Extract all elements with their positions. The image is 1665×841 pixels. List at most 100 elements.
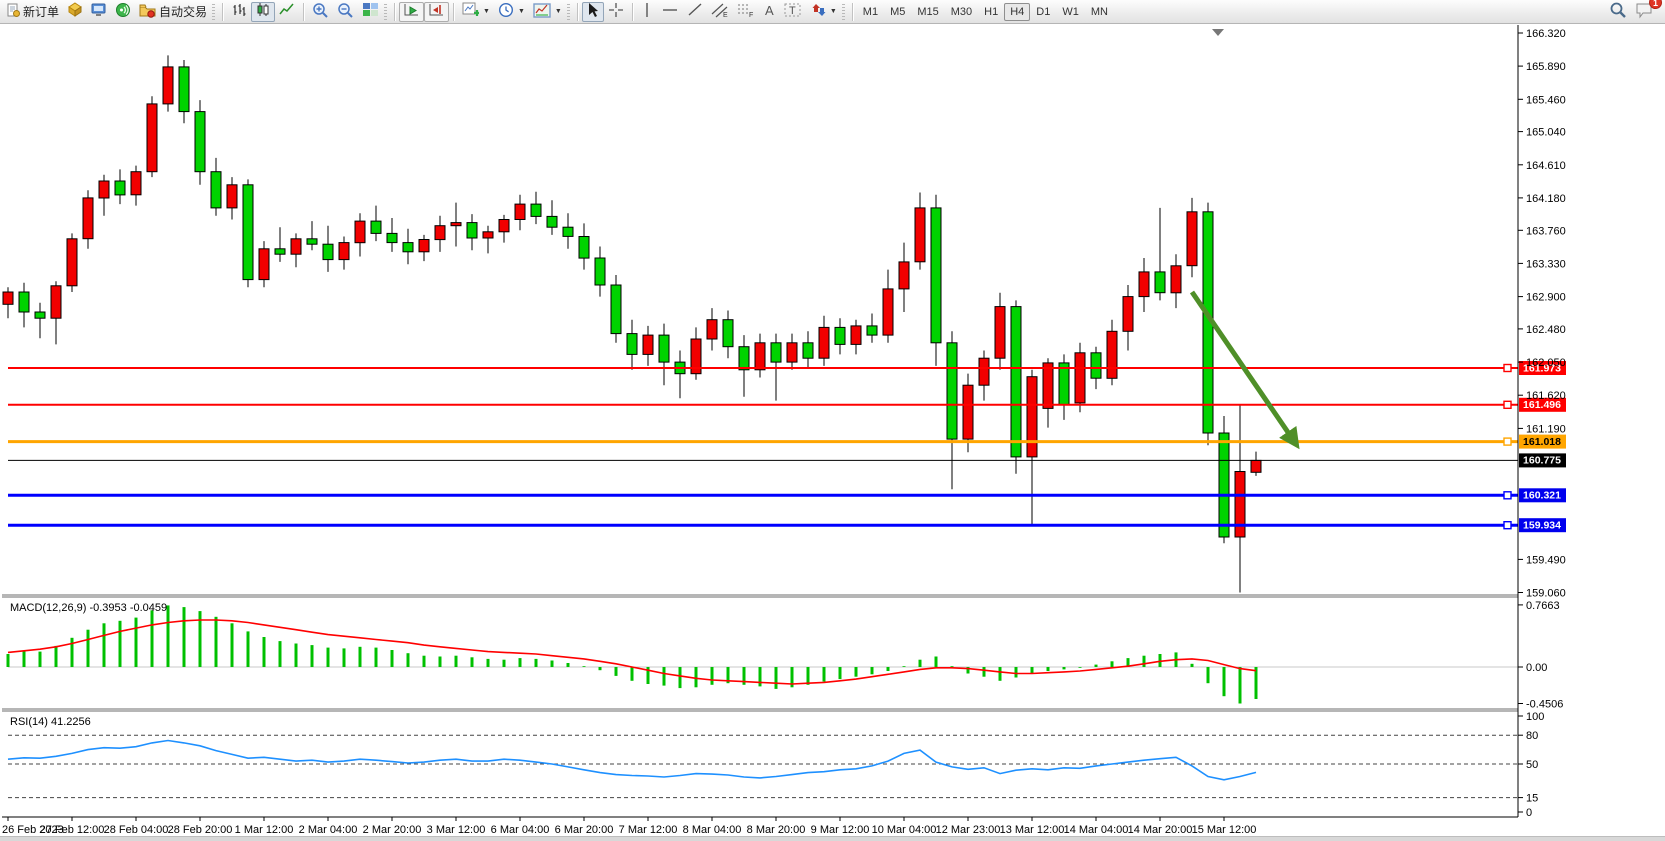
svg-text:165.460: 165.460 [1526, 94, 1566, 106]
svg-text:162.050: 162.050 [1526, 357, 1566, 369]
auto-trading-button[interactable]: 自动交易 [135, 2, 211, 22]
search-icon[interactable] [1609, 1, 1627, 22]
svg-text:161.620: 161.620 [1526, 390, 1566, 402]
zoom-in-icon [312, 2, 329, 22]
svg-text:6 Mar 20:00: 6 Mar 20:00 [555, 824, 614, 836]
svg-text:80: 80 [1526, 730, 1538, 742]
rsi-label: RSI(14) 41.2256 [10, 716, 91, 728]
svg-text:0: 0 [1526, 807, 1532, 819]
candlestick-mode-button[interactable] [251, 2, 275, 22]
svg-text:159.934: 159.934 [1523, 519, 1561, 531]
svg-text:160.775: 160.775 [1523, 455, 1561, 467]
timeframe-w1-button[interactable]: W1 [1056, 3, 1085, 21]
svg-text:166.320: 166.320 [1526, 28, 1566, 40]
auto-scroll-button[interactable] [399, 2, 424, 22]
svg-text:159.060: 159.060 [1526, 588, 1566, 600]
line-chart-mode-button[interactable] [275, 2, 299, 22]
timeframe-m5-button[interactable]: M5 [884, 3, 911, 21]
period-caret-icon[interactable]: ▼ [518, 8, 525, 15]
line-chart-icon [279, 2, 295, 21]
zoom-out-button[interactable] [333, 2, 358, 22]
svg-text:2 Mar 20:00: 2 Mar 20:00 [363, 824, 422, 836]
new-order-icon [6, 3, 20, 20]
template-caret-icon[interactable]: ▼ [555, 8, 562, 15]
cursor-icon [586, 2, 600, 21]
arrows-caret-icon[interactable]: ▼ [830, 8, 837, 15]
crosshair-tool-button[interactable] [604, 2, 628, 22]
svg-text:162.480: 162.480 [1526, 324, 1566, 336]
candlestick-icon [255, 2, 271, 21]
new-order-button[interactable]: 新订单 [2, 2, 63, 22]
timeframe-d1-button[interactable]: D1 [1030, 3, 1056, 21]
svg-text:28 Feb 20:00: 28 Feb 20:00 [168, 824, 233, 836]
horizontal-line-tool-button[interactable] [657, 2, 683, 22]
add-indicator-button[interactable]: ▼ [458, 2, 494, 22]
zoom-out-icon [337, 2, 354, 22]
svg-text:15 Mar 12:00: 15 Mar 12:00 [1192, 824, 1257, 836]
svg-text:9 Mar 12:00: 9 Mar 12:00 [811, 824, 870, 836]
clock-icon [498, 2, 514, 21]
data-window-button[interactable] [87, 2, 111, 22]
timeframe-mn-button[interactable]: MN [1085, 3, 1114, 21]
zoom-in-button[interactable] [308, 2, 333, 22]
timeframe-m15-button[interactable]: M15 [911, 3, 944, 21]
vertical-line-icon [641, 2, 653, 21]
trendline-icon [687, 2, 703, 21]
svg-text:7 Mar 12:00: 7 Mar 12:00 [619, 824, 678, 836]
svg-text:8 Mar 04:00: 8 Mar 04:00 [683, 824, 742, 836]
timeframe-m1-button[interactable]: M1 [857, 3, 884, 21]
svg-text:T: T [789, 5, 796, 17]
trendline-tool-button[interactable] [683, 2, 707, 22]
add-indicator-icon [462, 2, 479, 21]
add-indicator-caret-icon[interactable]: ▼ [483, 8, 490, 15]
text-a-icon: A [763, 3, 776, 21]
arrows-tool-button[interactable]: ▼ [806, 2, 841, 22]
market-watch-button[interactable] [63, 2, 87, 22]
svg-text:-0.4506: -0.4506 [1526, 699, 1563, 711]
chart-window[interactable]: ▼ GBPJPY-,H4 160.620 160.889 160.573 160… [0, 25, 1665, 841]
svg-text:2 Mar 04:00: 2 Mar 04:00 [299, 824, 358, 836]
channel-tool-button[interactable]: E [707, 2, 733, 22]
vertical-line-tool-button[interactable] [637, 2, 657, 22]
template-icon [533, 3, 551, 21]
tile-windows-button[interactable] [358, 2, 383, 22]
period-button[interactable]: ▼ [494, 2, 529, 22]
macd-label: MACD(12,26,9) -0.3953 -0.0459 [10, 602, 167, 614]
tile-windows-icon [362, 2, 379, 21]
text-label-icon: T [784, 2, 802, 21]
window-bottom-edge [0, 836, 1665, 841]
svg-text:6 Mar 04:00: 6 Mar 04:00 [491, 824, 550, 836]
expert-advisors-button[interactable] [111, 2, 135, 22]
svg-text:165.890: 165.890 [1526, 61, 1566, 73]
fibonacci-icon: F [737, 2, 755, 21]
svg-text:3 Mar 12:00: 3 Mar 12:00 [427, 824, 486, 836]
monitor-icon [91, 2, 107, 21]
main-toolbar: 新订单 自动交易 [0, 0, 1665, 24]
svg-text:100: 100 [1526, 711, 1544, 723]
text-label-tool-button[interactable]: T [780, 2, 806, 22]
chart-shift-icon [428, 2, 445, 21]
bar-chart-mode-button[interactable] [227, 2, 251, 22]
arrows-icon [810, 2, 826, 21]
svg-text:A: A [765, 3, 774, 18]
cursor-tool-button[interactable] [582, 2, 604, 22]
chart-shift-button[interactable] [424, 2, 449, 22]
text-tool-button[interactable]: A [759, 2, 780, 22]
svg-text:164.180: 164.180 [1526, 193, 1566, 205]
svg-text:160.321: 160.321 [1523, 490, 1561, 502]
timeframe-h4-button[interactable]: H4 [1004, 3, 1030, 21]
ohlc-bars-icon [231, 2, 247, 21]
timeframe-h1-button[interactable]: H1 [978, 3, 1004, 21]
svg-text:163.760: 163.760 [1526, 225, 1566, 237]
svg-text:27 Feb 12:00: 27 Feb 12:00 [40, 824, 105, 836]
svg-text:0.7663: 0.7663 [1526, 600, 1560, 612]
timeframe-m30-button[interactable]: M30 [945, 3, 978, 21]
fibonacci-tool-button[interactable]: F [733, 2, 759, 22]
svg-text:10 Mar 04:00: 10 Mar 04:00 [872, 824, 937, 836]
notifications-button[interactable]: 1 [1635, 1, 1655, 22]
svg-text:161.018: 161.018 [1523, 436, 1561, 448]
svg-text:165.040: 165.040 [1526, 127, 1566, 139]
template-button[interactable]: ▼ [529, 2, 566, 22]
chart-canvas[interactable]: 161.973161.496161.018160.775160.321159.9… [0, 25, 1665, 841]
svg-text:0.00: 0.00 [1526, 662, 1547, 674]
